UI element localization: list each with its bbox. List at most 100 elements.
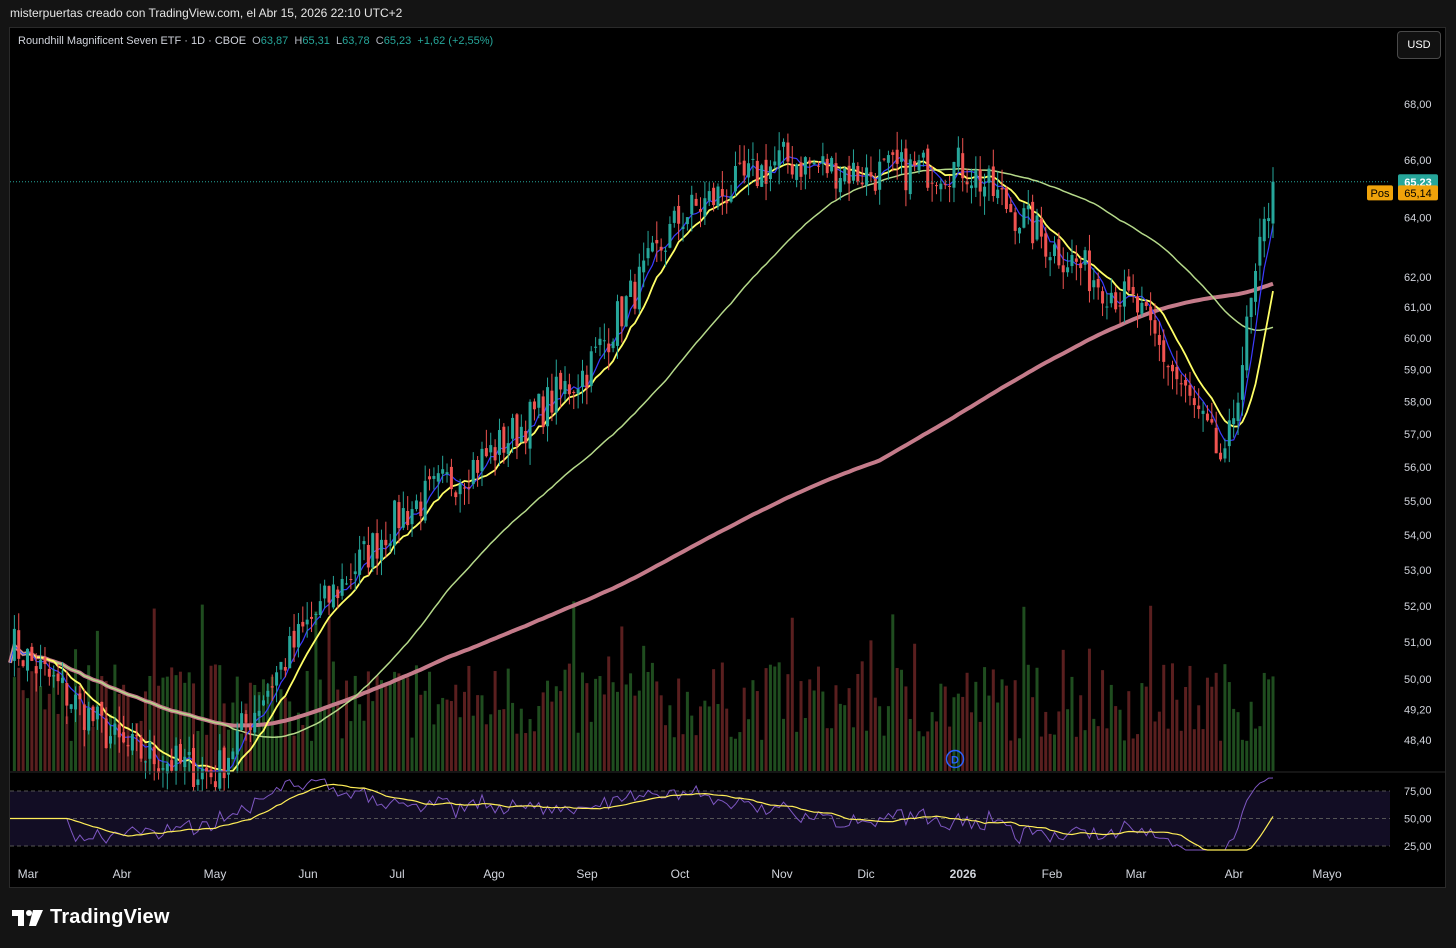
volume-bar — [668, 705, 672, 771]
price-tick-label: 57,00 — [1404, 429, 1432, 441]
volume-bar — [1057, 711, 1061, 771]
candle-body — [60, 677, 64, 683]
candle-body — [1018, 227, 1022, 234]
volume-bar — [865, 730, 869, 771]
volume-bar — [318, 679, 322, 771]
candle-body — [502, 426, 506, 453]
volume-bar — [432, 724, 436, 771]
candle-body — [397, 502, 401, 529]
candle-body — [82, 704, 86, 730]
volume-bar — [886, 706, 890, 771]
candle-body — [406, 511, 410, 526]
candle-body — [449, 466, 453, 490]
volume-bar — [537, 706, 541, 771]
sma-200-line — [8, 281, 1274, 728]
volume-bar — [585, 683, 589, 771]
volume-bar — [978, 721, 982, 771]
candle-body — [43, 657, 47, 664]
volume-bar — [240, 733, 244, 771]
volume-bar — [1258, 726, 1262, 771]
candle-body — [371, 533, 375, 568]
volume-bar — [449, 701, 453, 771]
candle-body — [633, 281, 637, 309]
candle-body — [943, 183, 947, 185]
candle-body — [1074, 258, 1078, 262]
volume-bar — [782, 718, 786, 771]
tradingview-logo[interactable]: TradingView — [12, 906, 170, 929]
price-chart[interactable]: 68,00 66,00 64,00 62,00 61,00 60,00 59,00 58,00… — [0, 0, 1456, 948]
candle-body — [480, 448, 484, 472]
candle-body — [414, 500, 418, 510]
candle-body — [777, 150, 781, 166]
time-tick-label: Mayo — [1312, 867, 1342, 881]
time-tick-label: Feb — [1042, 867, 1063, 881]
volume-bar — [803, 717, 807, 771]
volume-bar — [716, 704, 720, 771]
candle-body — [1140, 302, 1144, 314]
volume-bar — [969, 712, 973, 771]
candle-body — [978, 169, 982, 192]
candle-body — [664, 250, 668, 252]
volume-bar — [528, 719, 532, 771]
volume-bar — [497, 709, 501, 771]
currency-button[interactable]: USD — [1397, 31, 1441, 59]
volume-bar — [1262, 672, 1266, 771]
volume-bar — [1166, 728, 1170, 771]
candle-body — [524, 431, 528, 444]
price-tick-label: 48,40 — [1404, 735, 1432, 747]
candle-body — [388, 543, 392, 546]
volume-bar — [30, 671, 34, 771]
candle-body — [375, 533, 379, 559]
volume-bar — [506, 668, 510, 771]
volume-bar — [1022, 606, 1026, 771]
volume-bar — [1232, 708, 1236, 771]
volume-bar — [1074, 736, 1078, 771]
candle-body — [821, 156, 825, 164]
position-tag-label: Pos — [1371, 188, 1390, 200]
volume-bar — [908, 718, 912, 771]
candle-body — [1061, 265, 1065, 273]
candle-body — [900, 152, 904, 162]
candle-body — [1149, 306, 1153, 321]
candle-body — [1201, 410, 1205, 414]
candle-body — [782, 141, 786, 147]
candle-body — [581, 370, 585, 387]
volume-bar — [454, 684, 458, 771]
price-tick-label: 53,00 — [1404, 565, 1432, 577]
volume-bar — [12, 677, 16, 771]
volume-bar — [436, 704, 440, 771]
candle-body — [183, 756, 187, 768]
volume-bar — [1144, 686, 1148, 771]
candle-body — [192, 748, 196, 788]
symbol-legend[interactable]: Roundhill Magnificent Seven ETF · 1D · C… — [18, 35, 493, 47]
volume-bar — [353, 675, 357, 771]
candle-body — [1170, 364, 1174, 372]
volume-bar — [17, 667, 21, 771]
volume-bar — [532, 731, 536, 771]
volume-bar — [366, 671, 370, 771]
candle-body — [74, 694, 78, 710]
time-tick-label: Nov — [771, 867, 792, 881]
candle-body — [310, 616, 314, 619]
candle-body — [751, 158, 755, 160]
candle-body — [393, 500, 397, 546]
volume-bar — [838, 703, 842, 771]
volume-bar — [1197, 705, 1201, 771]
candle-body — [1035, 215, 1039, 240]
candle-body — [196, 779, 200, 785]
volume-bar — [388, 684, 392, 771]
volume-bar — [331, 661, 335, 771]
candle-body — [104, 718, 108, 749]
volume-bar — [1118, 709, 1122, 771]
candle-body — [589, 351, 593, 386]
volume-bar — [742, 687, 746, 771]
candle-body — [257, 710, 261, 716]
volume-bar — [1227, 682, 1231, 771]
volume-bar — [707, 706, 711, 771]
moving-averages — [8, 155, 1274, 772]
candle-body — [366, 544, 370, 568]
candle-body — [891, 152, 895, 155]
candle-body — [812, 162, 816, 165]
candle-body — [598, 338, 602, 346]
volume-bar — [738, 732, 742, 771]
